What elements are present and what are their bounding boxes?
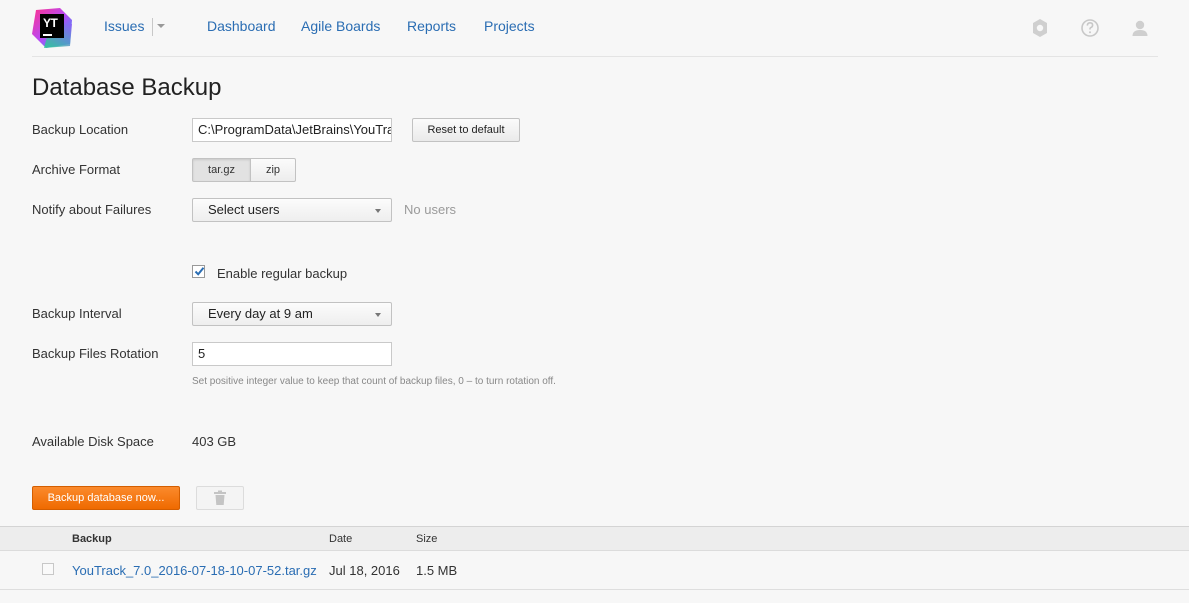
nav-issues[interactable]: Issues <box>104 18 144 34</box>
nav-reports[interactable]: Reports <box>407 18 456 34</box>
table-row: YouTrack_7.0_2016-07-18-10-07-52.tar.gz … <box>0 551 1189 590</box>
disk-space-label: Available Disk Space <box>32 434 154 449</box>
archive-format-label: Archive Format <box>32 162 121 177</box>
settings-icon[interactable] <box>1029 17 1051 39</box>
backup-interval-select[interactable]: Every day at 9 am <box>192 302 392 326</box>
backup-date: Jul 18, 2016 <box>329 563 400 578</box>
row-select-checkbox[interactable] <box>42 563 54 575</box>
youtrack-logo[interactable]: YT <box>30 6 74 50</box>
delete-backup-button[interactable] <box>196 486 244 510</box>
backup-interval-label: Backup Interval <box>32 306 122 321</box>
notify-failures-label: Notify about Failures <box>32 202 152 217</box>
issues-dropdown-icon[interactable] <box>157 24 165 28</box>
logo-text: YT <box>43 16 58 30</box>
nav-separator <box>152 18 153 36</box>
column-date[interactable]: Date <box>329 533 352 545</box>
reset-to-default-button[interactable]: Reset to default <box>412 118 520 142</box>
nav-projects[interactable]: Projects <box>484 18 535 34</box>
page-title: Database Backup <box>32 74 222 101</box>
chevron-down-icon <box>375 313 381 317</box>
nav-dashboard[interactable]: Dashboard <box>207 18 276 34</box>
help-icon[interactable] <box>1079 17 1101 39</box>
chevron-down-icon <box>375 209 381 213</box>
backup-rotation-input[interactable]: 5 <box>192 342 392 366</box>
user-icon[interactable] <box>1129 17 1151 39</box>
backup-now-button[interactable]: Backup database now... <box>32 486 180 510</box>
backup-interval-value: Every day at 9 am <box>208 306 313 321</box>
backup-location-input[interactable]: C:\ProgramData\JetBrains\YouTrack\backup… <box>192 118 392 142</box>
trash-icon <box>214 490 226 505</box>
enable-regular-backup-label[interactable]: Enable regular backup <box>217 266 347 281</box>
backups-table-header: Backup Date Size <box>0 526 1189 551</box>
disk-space-value: 403 GB <box>192 434 237 449</box>
notify-users-select[interactable]: Select users <box>192 198 392 222</box>
backup-location-label: Backup Location <box>32 122 129 137</box>
enable-regular-backup-checkbox[interactable] <box>192 265 205 278</box>
backup-size: 1.5 MB <box>416 563 458 578</box>
column-backup[interactable]: Backup <box>72 533 112 545</box>
column-size[interactable]: Size <box>416 533 437 545</box>
rotation-hint: Set positive integer value to keep that … <box>192 376 556 387</box>
backup-file-link[interactable]: YouTrack_7.0_2016-07-18-10-07-52.tar.gz <box>72 563 317 578</box>
archive-format-targz[interactable]: tar.gz <box>192 158 251 182</box>
notify-status: No users <box>404 202 457 217</box>
nav-agile-boards[interactable]: Agile Boards <box>301 18 380 34</box>
checkmark-icon <box>194 267 205 276</box>
top-header: YT Issues Dashboard Agile Boards Reports… <box>0 0 1189 56</box>
notify-users-select-value: Select users <box>208 202 280 217</box>
archive-format-zip[interactable]: zip <box>250 158 296 182</box>
header-divider <box>32 56 1158 57</box>
backup-rotation-label: Backup Files Rotation <box>32 346 159 361</box>
